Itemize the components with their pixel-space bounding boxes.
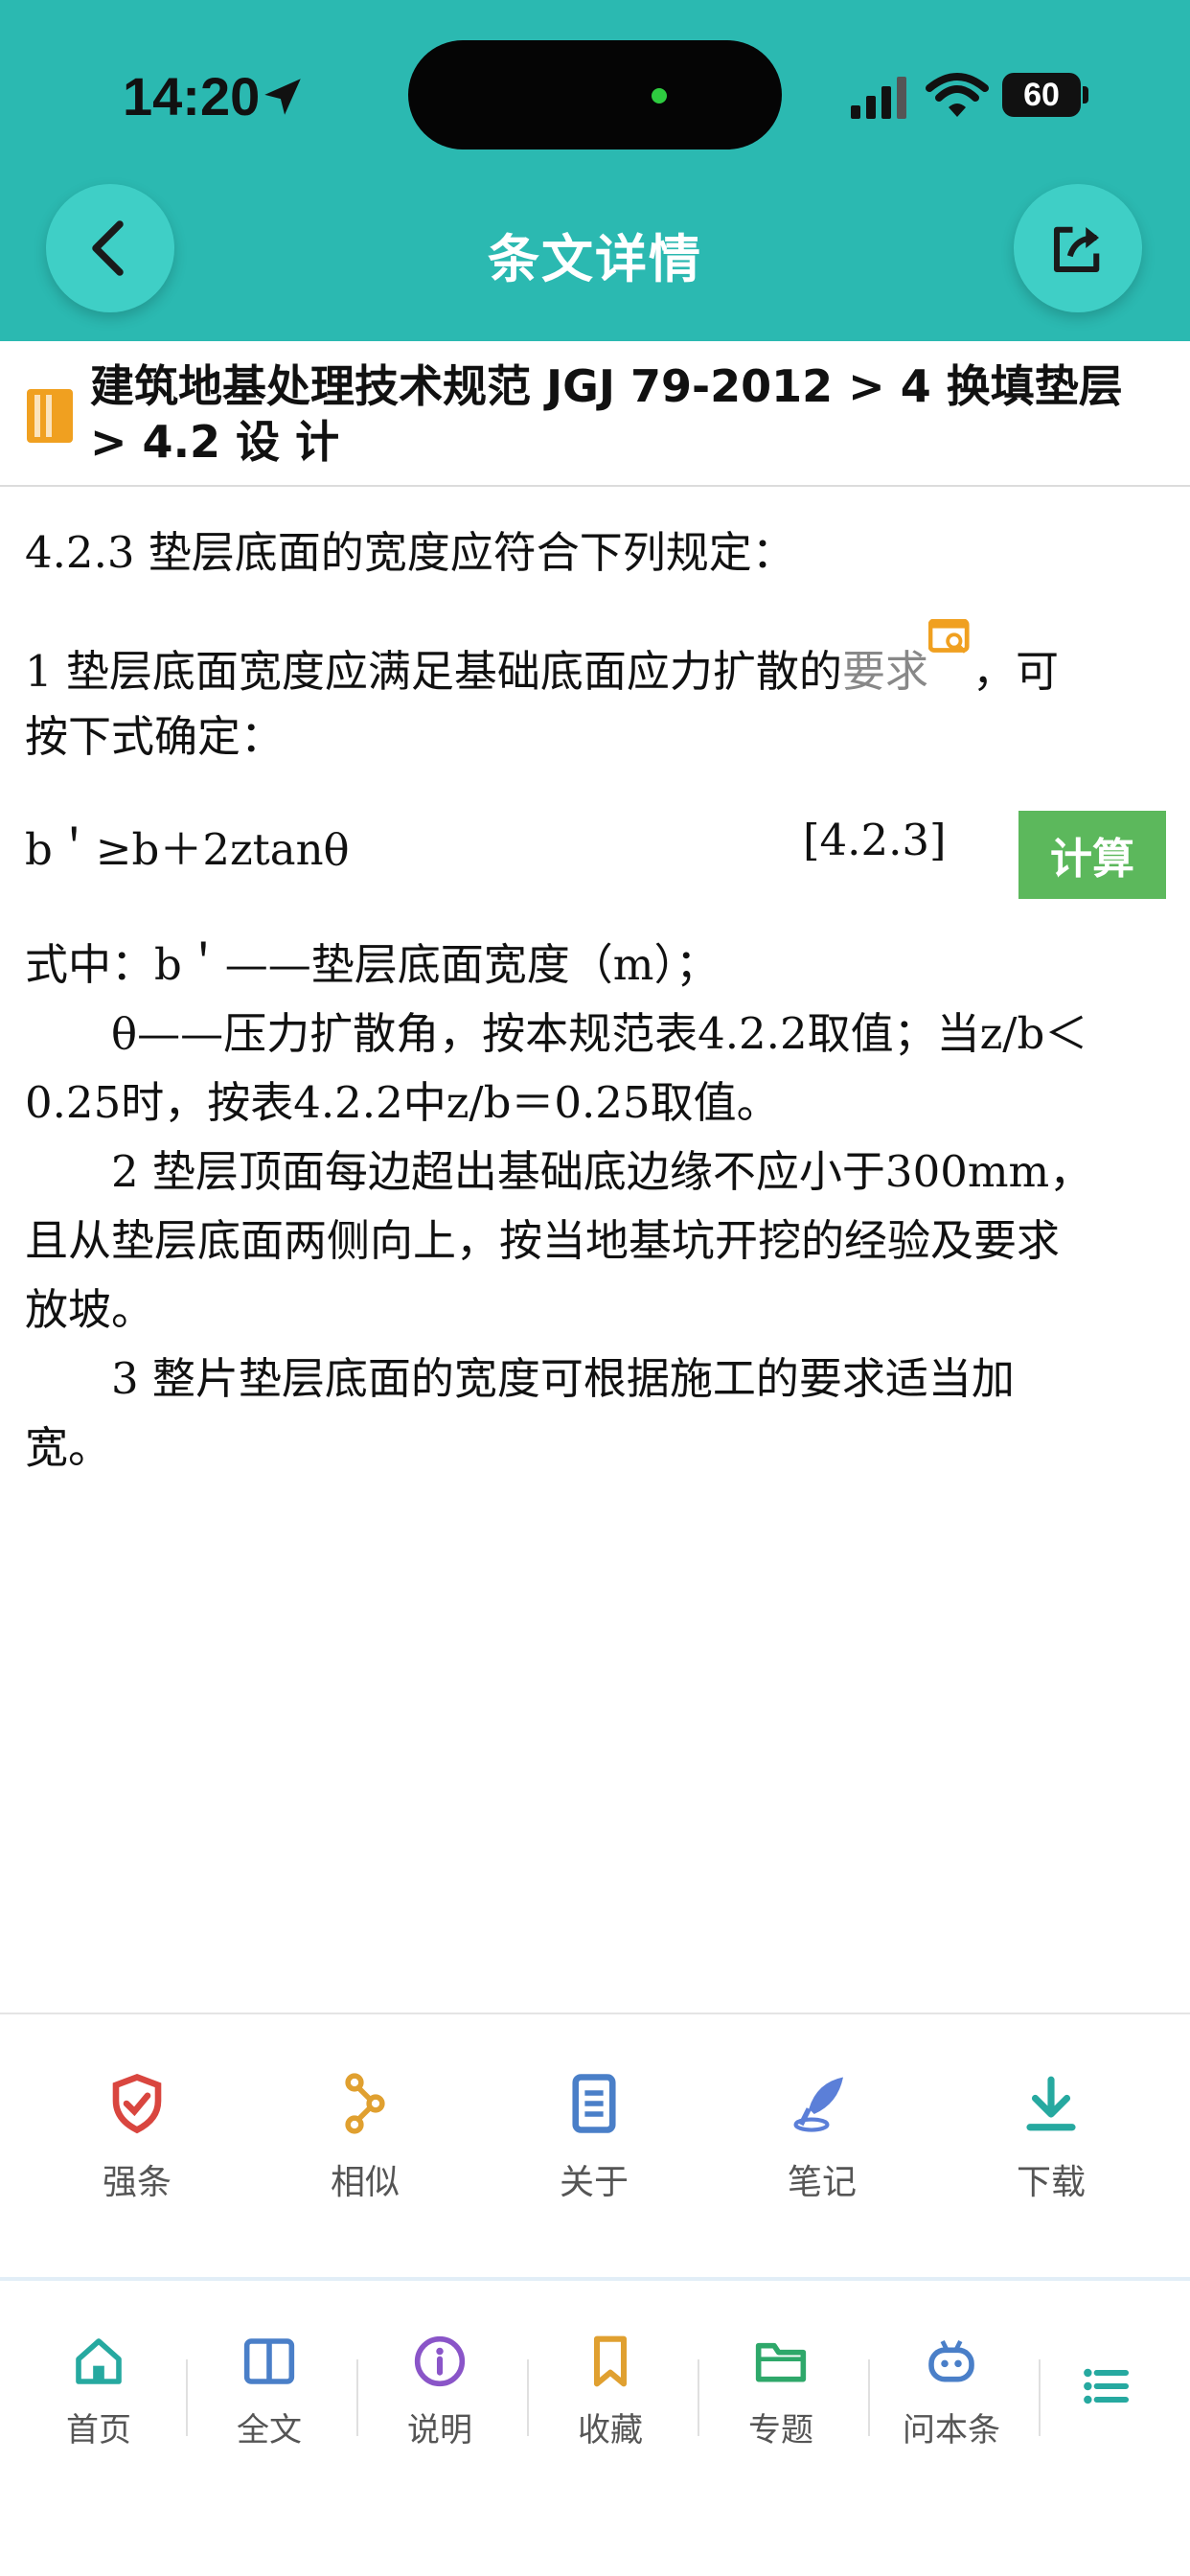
tab-divider	[186, 2359, 188, 2436]
tab-explanation[interactable]: 说明	[355, 2334, 524, 2469]
paragraph-text: 1 垫层底面宽度应满足基础底面应力扩散的	[25, 646, 842, 697]
battery-indicator: 60	[1002, 73, 1081, 117]
tab-label: 问本条	[903, 2411, 1000, 2450]
paragraph-line: 且从垫层底面两侧向上，按当地基坑开挖的经验及要求	[25, 1215, 1061, 1266]
breadcrumb-line-1: 建筑地基处理技术规范 JGJ 79-2012 > 4 换填垫层	[90, 360, 1123, 412]
paragraph-line: 2 垫层顶面每边超出基础底边缘不应小于300mm，	[25, 1146, 1093, 1197]
page-title: 条文详情	[488, 229, 702, 289]
toolbar-label: 笔记	[787, 2163, 857, 2202]
breadcrumb[interactable]: 建筑地基处理技术规范 JGJ 79-2012 > 4 换填垫层 > 4.2 设 …	[0, 341, 1190, 487]
paragraph-line: 0.25时，按表4.2.2中z/b＝0.25取值。	[25, 1077, 780, 1128]
dynamic-island	[408, 40, 782, 150]
info-icon	[414, 2335, 466, 2387]
tab-divider	[698, 2359, 699, 2436]
action-toolbar: 强条 相似 关于 笔记 下载	[0, 2012, 1190, 2281]
folder-icon	[755, 2342, 807, 2382]
paragraph-line: 放坡。	[25, 1284, 155, 1335]
download-icon	[1026, 2076, 1076, 2131]
quill-icon	[793, 2077, 843, 2132]
calculate-button[interactable]: 计算	[1018, 811, 1166, 899]
toolbar-label: 关于	[559, 2163, 629, 2202]
shield-check-icon	[112, 2073, 162, 2134]
term-popup-icon[interactable]	[927, 619, 973, 659]
toolbar-item-download[interactable]: 下载	[955, 2072, 1147, 2225]
paragraph-line: 按下式确定：	[25, 711, 285, 762]
paragraph-text: ，可	[972, 646, 1059, 697]
tab-menu[interactable]	[1021, 2334, 1190, 2469]
formula: b＇≥b＋2ztanθ	[25, 824, 350, 875]
battery-tip	[1083, 86, 1088, 104]
book-icon	[27, 389, 73, 443]
tab-label: 说明	[407, 2411, 472, 2450]
toolbar-item-about[interactable]: 关于	[498, 2072, 690, 2225]
tab-favorites[interactable]: 收藏	[526, 2334, 695, 2469]
paragraph-line: θ——压力扩散角，按本规范表4.2.2取值；当z/b＜	[25, 1008, 1088, 1059]
tab-label: 首页	[66, 2411, 131, 2450]
robot-icon	[928, 2339, 974, 2382]
book-open-icon	[243, 2338, 295, 2384]
breadcrumb-line-2: > 4.2 设 计	[90, 416, 340, 468]
toolbar-item-notes[interactable]: 笔记	[726, 2072, 918, 2225]
tab-divider	[1039, 2359, 1041, 2436]
tab-full-text[interactable]: 全文	[185, 2334, 354, 2469]
term-link[interactable]: 要求	[842, 646, 928, 697]
tab-label: 全文	[237, 2411, 302, 2450]
share-icon	[1053, 226, 1100, 273]
wifi-icon	[926, 73, 989, 117]
paragraph-line: 1 垫层底面宽度应满足基础底面应力扩散的要求 ，可	[25, 619, 1059, 699]
share-nodes-icon	[345, 2073, 385, 2134]
bottom-tab-bar: 首页 全文 说明 收藏 专题 问本条	[0, 2288, 1190, 2576]
clause-heading: 4.2.3 垫层底面的宽度应符合下列规定：	[25, 527, 795, 578]
home-icon	[76, 2338, 122, 2384]
toolbar-label: 下载	[1016, 2163, 1086, 2202]
status-time: 14:20	[123, 66, 261, 126]
toolbar-item-mandatory[interactable]: 强条	[41, 2072, 233, 2225]
toolbar-label: 强条	[102, 2163, 172, 2202]
tab-topics[interactable]: 专题	[697, 2334, 865, 2469]
camera-indicator-dot	[652, 88, 667, 104]
toolbar-label: 相似	[330, 2163, 400, 2202]
tab-divider	[527, 2359, 529, 2436]
paragraph-line: 3 整片垫层底面的宽度可根据施工的要求适当加	[25, 1353, 1015, 1404]
header: 14:20 60 条文详情	[0, 0, 1190, 341]
tab-divider	[356, 2359, 358, 2436]
breadcrumb-path: 建筑地基处理技术规范 JGJ 79-2012 > 4 换填垫层 > 4.2 设 …	[90, 358, 1163, 470]
toolbar-item-similar[interactable]: 相似	[269, 2072, 461, 2225]
tab-ask-clause[interactable]: 问本条	[867, 2334, 1036, 2469]
bookmark-icon	[593, 2335, 628, 2387]
cellular-signal-icon	[851, 77, 906, 119]
paragraph-line: 式中：b＇——垫层底面宽度（m）；	[25, 939, 719, 990]
document-icon	[572, 2074, 616, 2133]
location-arrow-icon	[264, 79, 301, 115]
formula-number: [4.2.3]	[803, 815, 947, 865]
tab-label: 收藏	[578, 2411, 643, 2450]
tab-label: 专题	[748, 2411, 813, 2450]
tab-divider	[868, 2359, 870, 2436]
share-button[interactable]	[1014, 184, 1142, 312]
tab-home[interactable]: 首页	[14, 2334, 183, 2469]
list-icon	[1084, 2368, 1130, 2404]
paragraph-line: 宽。	[25, 1422, 112, 1473]
